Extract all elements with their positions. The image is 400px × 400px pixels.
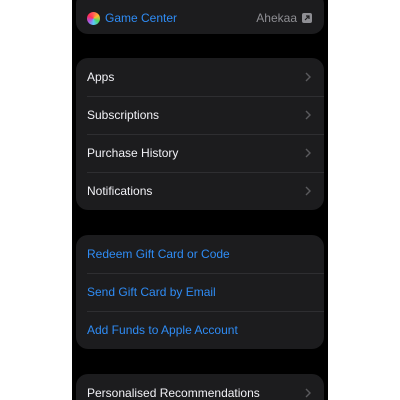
notifications-row[interactable]: Notifications — [76, 172, 324, 210]
purchase-history-label: Purchase History — [87, 146, 179, 160]
game-center-group: Game Center Ahekaa — [76, 0, 324, 34]
apps-row[interactable]: Apps — [76, 58, 324, 96]
chevron-right-icon — [304, 147, 312, 159]
gift-card-group: Redeem Gift Card or Code Send Gift Card … — [76, 235, 324, 349]
external-link-icon[interactable] — [302, 13, 312, 23]
purchase-history-row[interactable]: Purchase History — [76, 134, 324, 172]
subscriptions-label: Subscriptions — [87, 108, 160, 122]
app-store-account-screen: Game Center Ahekaa Apps Subscriptions Pu… — [72, 0, 328, 400]
chevron-right-icon — [304, 71, 312, 83]
redeem-gift-card-row[interactable]: Redeem Gift Card or Code — [76, 235, 324, 273]
personalised-recommendations-label: Personalised Recommendations — [87, 386, 260, 400]
add-funds-row[interactable]: Add Funds to Apple Account — [76, 311, 324, 349]
game-center-icon — [87, 11, 100, 25]
chevron-right-icon — [304, 185, 312, 197]
send-gift-card-row[interactable]: Send Gift Card by Email — [76, 273, 324, 311]
send-gift-card-label: Send Gift Card by Email — [87, 285, 216, 299]
chevron-right-icon — [304, 387, 312, 399]
apps-label: Apps — [87, 70, 115, 84]
game-center-row[interactable]: Game Center Ahekaa — [76, 0, 324, 34]
add-funds-label: Add Funds to Apple Account — [87, 323, 238, 337]
personalised-recommendations-row[interactable]: Personalised Recommendations — [76, 374, 324, 400]
game-center-label: Game Center — [105, 11, 178, 25]
subscriptions-row[interactable]: Subscriptions — [76, 96, 324, 134]
game-center-nickname: Ahekaa — [256, 11, 297, 25]
notifications-label: Notifications — [87, 184, 153, 198]
chevron-right-icon — [304, 109, 312, 121]
recommendations-group: Personalised Recommendations — [76, 374, 324, 400]
account-group: Apps Subscriptions Purchase History Noti… — [76, 58, 324, 210]
redeem-gift-card-label: Redeem Gift Card or Code — [87, 247, 230, 261]
